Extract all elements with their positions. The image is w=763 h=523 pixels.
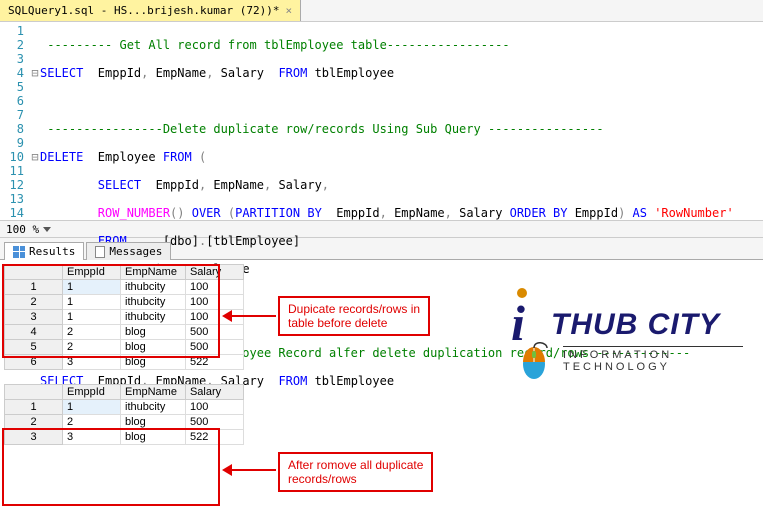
tab-results[interactable]: Results: [4, 242, 84, 260]
table-row: 63blog522: [5, 355, 244, 370]
code-body[interactable]: --------- Get All record from tblEmploye…: [30, 22, 763, 220]
tab-title: SQLQuery1.sql - HS...brijesh.kumar (72))…: [8, 4, 280, 17]
collapse-icon: ⊟: [30, 66, 40, 80]
logo: i THUB CITY INFORMATION TECHNOLOGY: [483, 280, 743, 400]
table-row: 42blog500: [5, 325, 244, 340]
arrow-icon: [222, 460, 278, 480]
tab-strip: SQLQuery1.sql - HS...brijesh.kumar (72))…: [0, 0, 763, 22]
table-header-row: EmppIdEmpNameSalary: [5, 385, 244, 400]
result-grid-1[interactable]: EmppIdEmpNameSalary 11ithubcity100 21ith…: [4, 264, 244, 370]
grid-icon: [13, 246, 25, 258]
result-grid-2[interactable]: EmppIdEmpNameSalary 11ithubcity100 22blo…: [4, 384, 244, 445]
table-header-row: EmppIdEmpNameSalary: [5, 265, 244, 280]
mouse-icon: [519, 342, 549, 382]
table-row: 11ithubcity100: [5, 400, 244, 415]
annotation-label: Dupicate records/rows intable before del…: [278, 296, 430, 336]
chevron-down-icon: [43, 227, 51, 232]
close-icon[interactable]: ×: [286, 4, 293, 17]
collapse-icon: ⊟: [30, 150, 40, 164]
table-row: 22blog500: [5, 415, 244, 430]
code-editor[interactable]: 1234567891011121314 --------- Get All re…: [0, 22, 763, 220]
table-row: 52blog500: [5, 340, 244, 355]
table-row: 21ithubcity100: [5, 295, 244, 310]
tab-messages[interactable]: Messages: [86, 242, 171, 260]
file-tab[interactable]: SQLQuery1.sql - HS...brijesh.kumar (72))…: [0, 0, 301, 21]
table-row: 11ithubcity100: [5, 280, 244, 295]
table-row: 33blog522: [5, 430, 244, 445]
line-gutter: 1234567891011121314: [0, 22, 30, 220]
annotation-label: After romove all duplicaterecords/rows: [278, 452, 433, 492]
table-row: 31ithubcity100: [5, 310, 244, 325]
page-icon: [95, 246, 105, 258]
arrow-icon: [222, 306, 278, 326]
